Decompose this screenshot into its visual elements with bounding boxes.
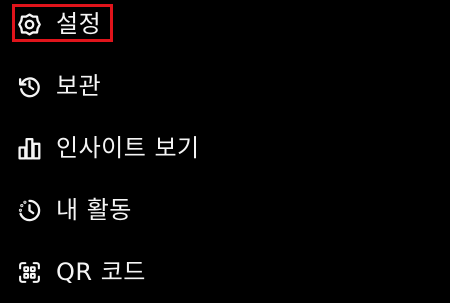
menu-item-label: 인사이트 보기 (56, 134, 200, 162)
menu-item-label: 설정 (56, 10, 102, 38)
insights-bar-chart-icon (17, 136, 42, 161)
menu-item-insights[interactable]: 인사이트 보기 (0, 123, 450, 173)
options-menu: 설정 보관 인사이트 보기 내 활동 QR 코드 (0, 0, 450, 303)
archive-history-icon (17, 74, 42, 99)
menu-item-activity[interactable]: 내 활동 (0, 185, 450, 235)
menu-item-label: QR 코드 (56, 258, 146, 286)
qr-code-icon (17, 260, 42, 285)
menu-item-archive[interactable]: 보관 (0, 61, 450, 111)
activity-clock-icon (17, 198, 42, 223)
menu-item-label: 보관 (56, 72, 102, 100)
menu-item-qr-code[interactable]: QR 코드 (0, 247, 450, 297)
menu-item-settings[interactable]: 설정 (0, 0, 450, 49)
menu-item-label: 내 활동 (56, 196, 132, 224)
settings-gear-icon (17, 12, 42, 37)
